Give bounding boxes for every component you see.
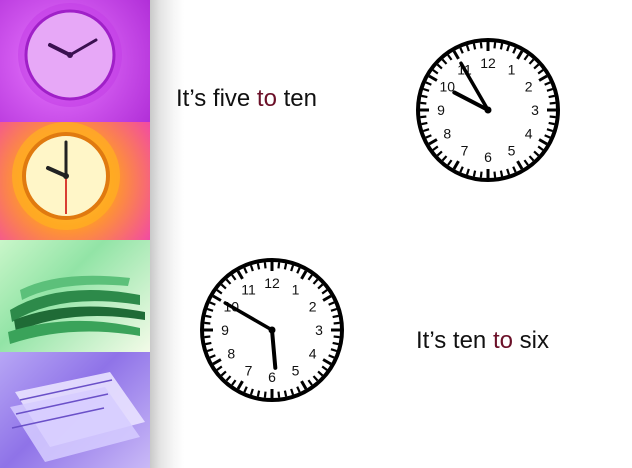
clock-tick	[263, 262, 267, 269]
clock-tick	[548, 121, 555, 126]
clock-tick	[493, 171, 497, 178]
clock-tick	[493, 42, 497, 49]
clock-tick	[204, 335, 211, 339]
clock-tick	[204, 321, 211, 325]
green-books-image	[0, 240, 150, 352]
caption-five-to-ten: It’s five to ten	[176, 85, 317, 112]
clock-tick	[549, 115, 556, 119]
clock-number: 5	[292, 363, 300, 379]
clock-number: 2	[525, 79, 533, 95]
clock-number: 2	[309, 299, 317, 315]
clock-tick	[499, 170, 504, 177]
clock-number: 6	[484, 149, 492, 165]
clock-tick	[421, 121, 428, 126]
orange-wall-clock-image	[0, 122, 150, 240]
clock-number: 7	[245, 363, 253, 379]
clock-number: 4	[309, 346, 317, 362]
clock-tick	[420, 101, 427, 105]
caption-ten-to-six: It’s ten to six	[416, 327, 549, 354]
clock-ten-to-six: 121234567891011	[200, 258, 344, 402]
clock-number: 8	[443, 126, 451, 142]
clock-number: 12	[480, 55, 496, 71]
purple-papers-image	[0, 352, 150, 468]
decorative-sidebar	[0, 0, 150, 468]
clock-number: 5	[508, 143, 516, 159]
clock-tick	[332, 341, 339, 346]
clock-tick	[479, 42, 483, 49]
clock-center	[268, 326, 276, 334]
clock-tick	[205, 341, 212, 346]
clock-number: 11	[241, 281, 256, 297]
clock-tick	[283, 263, 288, 270]
purple-wall-clock-image	[0, 0, 150, 122]
clock-tick	[256, 390, 261, 397]
clock-tick	[333, 321, 340, 325]
clock-tick	[283, 390, 288, 397]
clock-tick	[332, 314, 339, 319]
clock-tick	[421, 94, 428, 99]
clock-number: 3	[531, 102, 539, 118]
clock-number: 12	[264, 275, 280, 291]
clock-tick	[472, 170, 477, 177]
clock-five-to-ten: 121234567891011	[416, 38, 560, 182]
clock-tick	[549, 101, 556, 105]
clock-number: 9	[221, 322, 229, 338]
clock-tick	[277, 391, 281, 398]
clock-tick	[263, 391, 267, 398]
clock-tick	[548, 94, 555, 99]
clock-number: 9	[437, 102, 445, 118]
clock-number: 4	[525, 126, 533, 142]
clock-number: 1	[292, 281, 300, 297]
clock-number: 7	[461, 143, 469, 159]
clock-number: 8	[227, 346, 235, 362]
clock-center	[484, 106, 492, 114]
clock-tick	[479, 171, 483, 178]
clock-tick	[205, 314, 212, 319]
clock-number: 1	[508, 61, 516, 77]
clock-tick	[499, 43, 504, 50]
clock-tick	[333, 335, 340, 339]
clock-number: 6	[268, 369, 276, 385]
clock-tick	[256, 263, 261, 270]
clock-tick	[420, 115, 427, 119]
clock-tick	[472, 43, 477, 50]
clock-number: 3	[315, 322, 323, 338]
sidebar-shadow-edge	[150, 0, 184, 468]
clock-tick	[277, 262, 281, 269]
